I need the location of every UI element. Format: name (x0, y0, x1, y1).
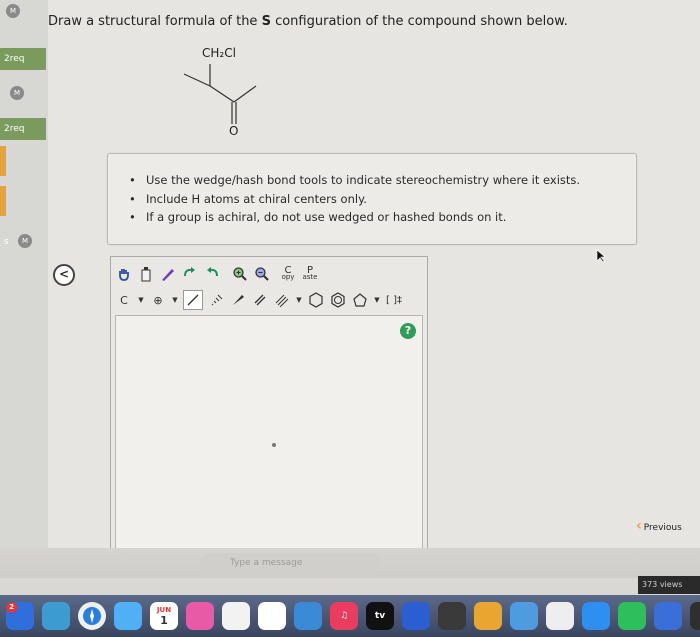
collapse-panel-button[interactable]: < (53, 264, 75, 286)
safari-icon[interactable] (78, 602, 106, 630)
preview-icon[interactable] (546, 602, 574, 630)
maps-icon[interactable] (42, 602, 70, 630)
editor-toolbar-top: C opy P aste (115, 261, 319, 287)
triple-bond-tool[interactable] (273, 291, 291, 309)
drawing-canvas[interactable]: ? (115, 315, 423, 549)
atom-label: C (120, 293, 128, 307)
zoom-out-icon[interactable] (253, 265, 271, 283)
instructions-box: Use the wedge/hash bond tools to indicat… (107, 153, 637, 245)
double-bond-tool[interactable] (251, 291, 269, 309)
calendar-icon[interactable]: JUN 1 (150, 602, 178, 630)
previous-button[interactable]: ‹ Previous (636, 518, 682, 534)
paste-button[interactable]: P aste (301, 265, 319, 283)
apple-tv-icon[interactable]: tv (366, 602, 394, 630)
music-icon[interactable]: ♫ (330, 602, 358, 630)
question-prompt: Draw a structural formula of the S confi… (48, 14, 568, 29)
mouse-cursor-icon (596, 248, 606, 267)
app-store-icon[interactable] (510, 602, 538, 630)
hand-icon[interactable] (115, 265, 133, 283)
photos-icon[interactable] (114, 602, 142, 630)
single-bond-tool[interactable] (183, 290, 203, 310)
copy-label: opy (281, 273, 295, 281)
ch2cl-label: CH₂Cl (202, 46, 236, 60)
sidebar-progress-marker (0, 186, 6, 216)
charge-label: ⊕ (153, 293, 163, 307)
atom-select[interactable]: C (115, 291, 133, 309)
notes-icon[interactable] (222, 602, 250, 630)
sidebar-badge-m[interactable]: M (10, 86, 24, 100)
instruction-item: Include H atoms at chiral centers only. (129, 190, 636, 209)
reminders-icon[interactable] (258, 602, 286, 630)
eraser-icon[interactable] (137, 265, 155, 283)
chevron-down-icon[interactable]: ▼ (137, 291, 145, 309)
question-bold: S (261, 14, 271, 29)
cyclopentane-tool[interactable] (351, 291, 369, 309)
app-icon[interactable] (294, 602, 322, 630)
charge-tool[interactable]: ⊕ (149, 291, 167, 309)
rotate-left-icon[interactable] (181, 265, 199, 283)
brackets-tool[interactable]: [ ]‡ (385, 291, 403, 309)
sidebar-progress-marker (0, 146, 6, 176)
editor-toolbar-bottom: C ▼ ⊕ ▼ ▼ ▼ [ ]‡ (115, 287, 403, 313)
left-sidebar: M 2req M 2req s M (0, 0, 50, 548)
sidebar-item-label: 2req (4, 124, 25, 134)
benzene-tool[interactable] (329, 291, 347, 309)
sidebar-item-label: s (4, 237, 9, 247)
sidebar-badge-m[interactable]: M (18, 234, 32, 248)
oxygen-label: O (229, 124, 239, 138)
zoom-in-icon[interactable] (231, 265, 249, 283)
sidebar-item-2req[interactable]: 2req (0, 48, 46, 70)
copy-button[interactable]: C opy (279, 265, 297, 283)
question-text: Draw a structural formula of the (48, 14, 262, 29)
question-text: configuration of the compound shown belo… (270, 14, 568, 29)
whatsapp-icon[interactable] (618, 602, 646, 630)
tv-label: tv (374, 611, 386, 621)
finder-icon[interactable]: 2 (6, 602, 34, 630)
chevron-left-icon: ‹ (636, 518, 642, 534)
stocks-icon[interactable] (438, 602, 466, 630)
wedge-bond-tool[interactable] (229, 291, 247, 309)
news-icon[interactable] (402, 602, 430, 630)
cyclohexane-tool[interactable] (307, 291, 325, 309)
previous-label: Previous (643, 523, 682, 533)
structure-editor: C opy P aste C ▼ ⊕ ▼ ▼ ▼ []‡ ? (110, 256, 428, 552)
help-button[interactable]: ? (400, 323, 416, 339)
notification-badge: 2 (6, 602, 17, 613)
chevron-down-icon[interactable]: ▼ (373, 291, 381, 309)
podcasts-icon[interactable] (186, 602, 214, 630)
app-icon[interactable] (690, 602, 700, 630)
chevron-down-icon[interactable]: ▼ (295, 291, 303, 309)
brackets-label: [ ]‡ (386, 294, 402, 306)
sidebar-item-label: 2req (4, 54, 25, 64)
app-icon[interactable] (654, 602, 682, 630)
dock: 2 JUN 1 ♫ tv (0, 595, 700, 637)
instruction-item: If a group is achiral, do not use wedged… (129, 208, 636, 227)
calendar-month: JUN (156, 605, 172, 614)
instruction-item: Use the wedge/hash bond tools to indicat… (129, 171, 636, 190)
rotate-right-icon[interactable] (203, 265, 221, 283)
sidebar-badge-m[interactable]: M (6, 4, 20, 18)
paste-label: aste (302, 273, 318, 281)
xcode-icon[interactable] (582, 602, 610, 630)
hash-bond-tool[interactable] (207, 291, 225, 309)
sidebar-item-2req-active[interactable]: 2req (0, 118, 46, 140)
views-count: 373 views (638, 576, 700, 594)
canvas-dot (272, 443, 276, 447)
chevron-down-icon[interactable]: ▼ (171, 291, 179, 309)
keynote-icon[interactable] (474, 602, 502, 630)
message-input[interactable]: Type a message (200, 553, 380, 573)
compound-structure: CH₂Cl O (150, 40, 270, 140)
calendar-day: 1 (160, 613, 168, 627)
lasso-pen-icon[interactable] (159, 265, 177, 283)
